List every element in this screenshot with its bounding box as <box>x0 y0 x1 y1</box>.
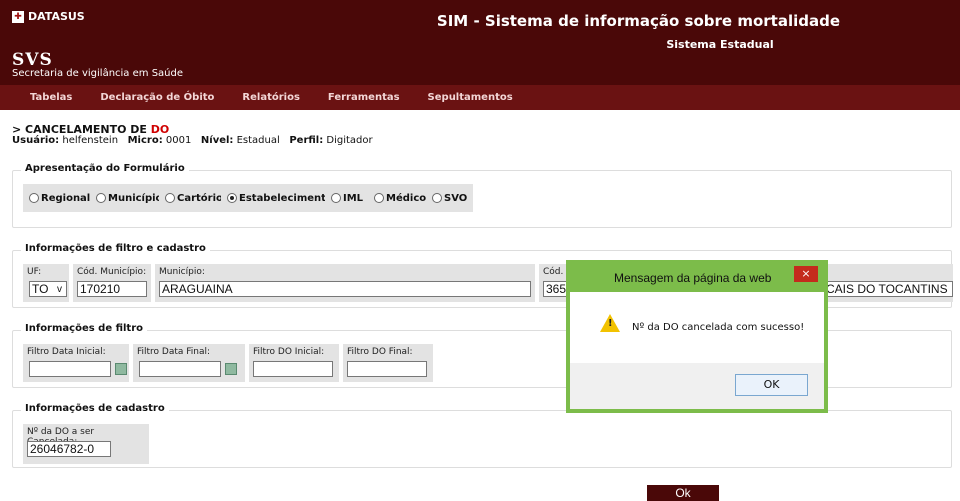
filtro-data-inicial-label: Filtro Data Inicial: <box>27 347 106 357</box>
legend-filtro: Informações de filtro <box>21 323 148 334</box>
radio-municipio[interactable]: Município <box>90 184 169 212</box>
municipio-input[interactable]: ARAGUAINA <box>159 281 531 297</box>
dialog-title: Mensagem da página da web <box>614 271 772 285</box>
radio-dot-icon <box>374 193 384 203</box>
cod-municipio-input[interactable]: 170210 <box>77 281 147 297</box>
logo-text: DATASUS <box>28 10 85 23</box>
radio-iml[interactable]: IML <box>325 184 370 212</box>
municipio-label: Município: <box>159 267 205 277</box>
filtro-data-final-input[interactable] <box>139 361 221 377</box>
user-info: Usuário: helfenstein Micro: 0001 Nível: … <box>12 135 373 146</box>
filtro-data-final-label: Filtro Data Final: <box>137 347 211 357</box>
org-name: Secretaria de vigilância em Saúde <box>12 68 184 79</box>
radio-dot-icon <box>165 193 175 203</box>
radio-regional[interactable]: Regional <box>23 184 97 212</box>
dialog-ok-button[interactable]: OK <box>735 374 808 396</box>
filtro-do-inicial-input[interactable] <box>253 361 333 377</box>
uf-select[interactable]: TO v <box>29 281 67 297</box>
legend-filtro-cadastro: Informações de filtro e cadastro <box>21 243 210 254</box>
legend-cadastro: Informações de cadastro <box>21 403 169 414</box>
uf-label: UF: <box>27 267 42 277</box>
radio-dot-icon <box>96 193 106 203</box>
do-cancelada-input[interactable]: 26046782-0 <box>27 441 111 457</box>
cod-municipio-label: Cód. Município: <box>77 267 147 277</box>
chevron-down-icon: v <box>57 284 62 295</box>
main-menu: Tabelas Declaração de Óbito Relatórios F… <box>0 85 960 110</box>
filtro-do-final-input[interactable] <box>347 361 427 377</box>
radio-svo[interactable]: SVO <box>426 184 474 212</box>
dialog-message: Nº da DO cancelada com sucesso! <box>632 322 805 333</box>
app-header: ✚ DATASUS SIM - Sistema de informação so… <box>0 0 960 85</box>
legend-apresentacao: Apresentação do Formulário <box>21 163 189 174</box>
radio-dot-icon <box>29 193 39 203</box>
datasus-logo: ✚ DATASUS <box>12 10 85 23</box>
radio-dot-selected-icon <box>227 193 237 203</box>
system-subtitle: Sistema Estadual <box>666 38 774 51</box>
menu-item-tabelas[interactable]: Tabelas <box>30 92 72 103</box>
system-title: SIM - Sistema de informação sobre mortal… <box>436 12 840 30</box>
menu-item-sepultamentos[interactable]: Sepultamentos <box>428 92 513 103</box>
calendar-icon[interactable] <box>225 363 237 375</box>
menu-item-ferramentas[interactable]: Ferramentas <box>328 92 400 103</box>
estabelecimento-input[interactable]: CAIS DO TOCANTINS <box>823 281 953 297</box>
warning-icon: ! <box>600 314 620 332</box>
filtro-do-inicial-label: Filtro DO Inicial: <box>253 347 325 357</box>
radio-dot-icon <box>432 193 442 203</box>
radio-estabelecimento[interactable]: Estabelecimento <box>221 184 339 212</box>
fieldset-apresentacao: Apresentação do Formulário Regional Muni… <box>12 163 952 228</box>
radio-medico[interactable]: Médico <box>368 184 433 212</box>
close-button[interactable]: × <box>794 266 818 282</box>
ok-button[interactable]: Ok <box>647 485 719 501</box>
datasus-icon: ✚ <box>12 10 24 23</box>
filtro-data-inicial-input[interactable] <box>29 361 111 377</box>
message-dialog: Mensagem da página da web × ! Nº da DO c… <box>569 263 825 410</box>
radio-dot-icon <box>331 193 341 203</box>
fieldset-cadastro: Informações de cadastro Nº da DO a ser C… <box>12 403 952 468</box>
filtro-do-final-label: Filtro DO Final: <box>347 347 413 357</box>
menu-item-declaracao-obito[interactable]: Declaração de Óbito <box>100 92 214 103</box>
radio-cartorio[interactable]: Cartório <box>159 184 229 212</box>
menu-item-relatorios[interactable]: Relatórios <box>242 92 300 103</box>
calendar-icon[interactable] <box>115 363 127 375</box>
svs-logo: SVS <box>12 50 53 70</box>
